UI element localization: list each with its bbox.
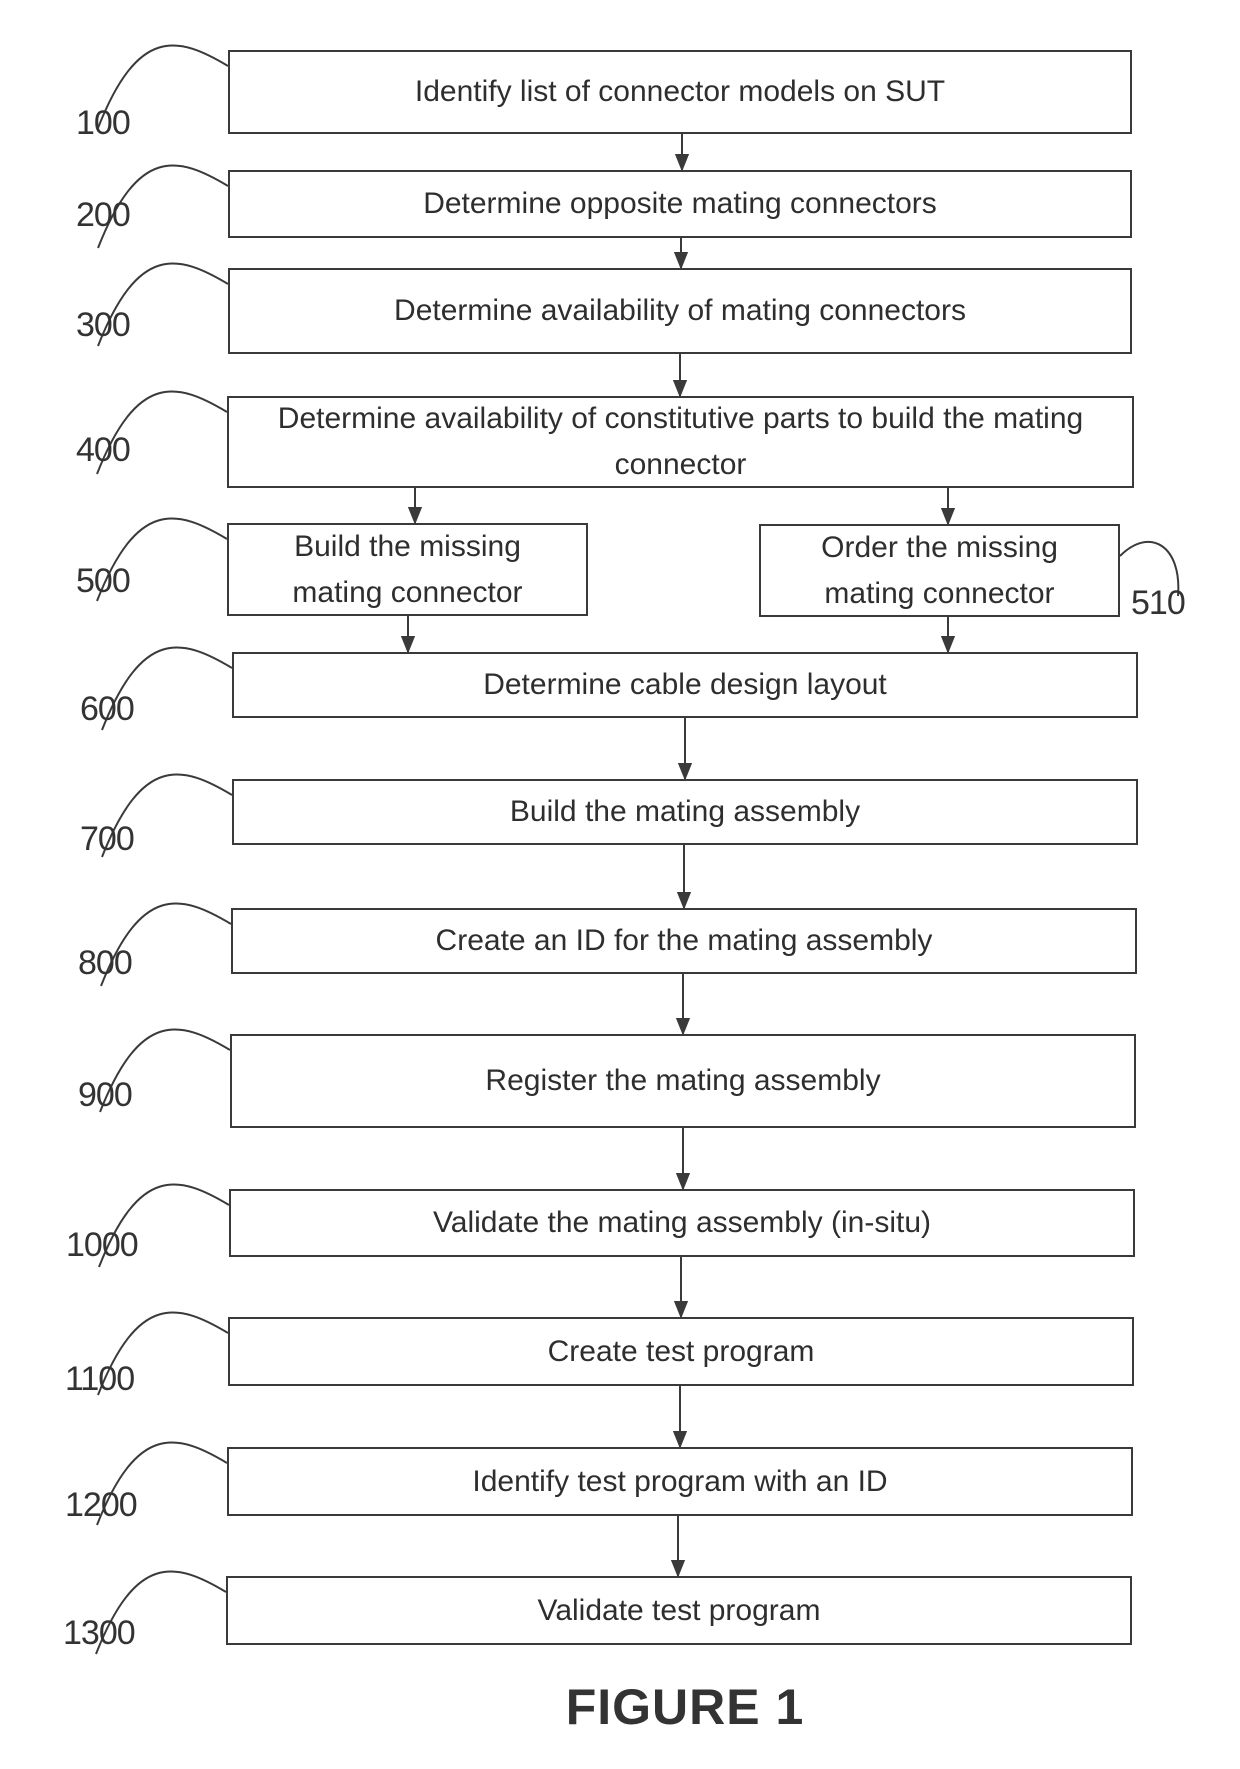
step-box-100: Identify list of connector models on SUT xyxy=(228,50,1132,134)
ref-label-200: 200 xyxy=(76,196,131,234)
step-text-1300: Validate test program xyxy=(537,1593,821,1627)
ref-label-700: 700 xyxy=(80,820,135,858)
ref-label-1000: 1000 xyxy=(66,1226,139,1264)
ref-label-100: 100 xyxy=(76,104,131,142)
ref-label-800: 800 xyxy=(78,944,133,982)
ref-label-900: 900 xyxy=(78,1076,133,1114)
step-box-200: Determine opposite mating connectors xyxy=(228,170,1132,238)
step-text-500: Build the missing mating connector xyxy=(292,529,523,609)
step-text-600: Determine cable design layout xyxy=(483,668,887,701)
ref-label-1300: 1300 xyxy=(63,1614,136,1652)
step-box-600: Determine cable design layout xyxy=(232,652,1138,718)
step-text-700: Build the mating assembly xyxy=(509,795,861,828)
step-text-200: Determine opposite mating connectors xyxy=(423,187,937,220)
step-box-1100: Create test program xyxy=(228,1317,1134,1386)
step-text-900: Register the mating assembly xyxy=(485,1064,881,1097)
step-text-510: Order the missing mating connector xyxy=(821,530,1058,610)
step-text-1100: Create test program xyxy=(547,1334,815,1368)
ref-label-510: 510 xyxy=(1131,584,1186,622)
ref-label-1100: 1100 xyxy=(65,1360,135,1398)
step-box-400: Determine availability of constitutive p… xyxy=(227,396,1134,488)
step-box-510: Order the missing mating connector xyxy=(759,524,1120,617)
step-text-100: Identify list of connector models on SUT xyxy=(414,75,946,108)
step-box-1000: Validate the mating assembly (in-situ) xyxy=(229,1189,1135,1257)
step-text-1200: Identify test program with an ID xyxy=(472,1464,888,1498)
step-text-800: Create an ID for the mating assembly xyxy=(435,924,933,957)
ref-label-600: 600 xyxy=(80,690,135,728)
step-text-400: Determine availability of constitutive p… xyxy=(277,402,1084,481)
step-box-300: Determine availability of mating connect… xyxy=(228,268,1132,354)
ref-label-400: 400 xyxy=(76,431,131,469)
step-box-900: Register the mating assembly xyxy=(230,1034,1136,1128)
step-box-800: Create an ID for the mating assembly xyxy=(231,908,1137,974)
ref-label-500: 500 xyxy=(76,562,131,600)
ref-label-300: 300 xyxy=(76,306,131,344)
step-box-1300: Validate test program xyxy=(226,1576,1132,1645)
figure-caption: FIGURE 1 xyxy=(565,1679,805,1735)
ref-label-1200: 1200 xyxy=(65,1486,138,1524)
step-text-1000: Validate the mating assembly (in-situ) xyxy=(433,1206,931,1239)
step-box-1200: Identify test program with an ID xyxy=(227,1447,1133,1516)
step-box-500: Build the missing mating connector xyxy=(227,523,588,616)
step-text-300: Determine availability of mating connect… xyxy=(394,294,966,327)
step-box-700: Build the mating assembly xyxy=(232,779,1138,845)
